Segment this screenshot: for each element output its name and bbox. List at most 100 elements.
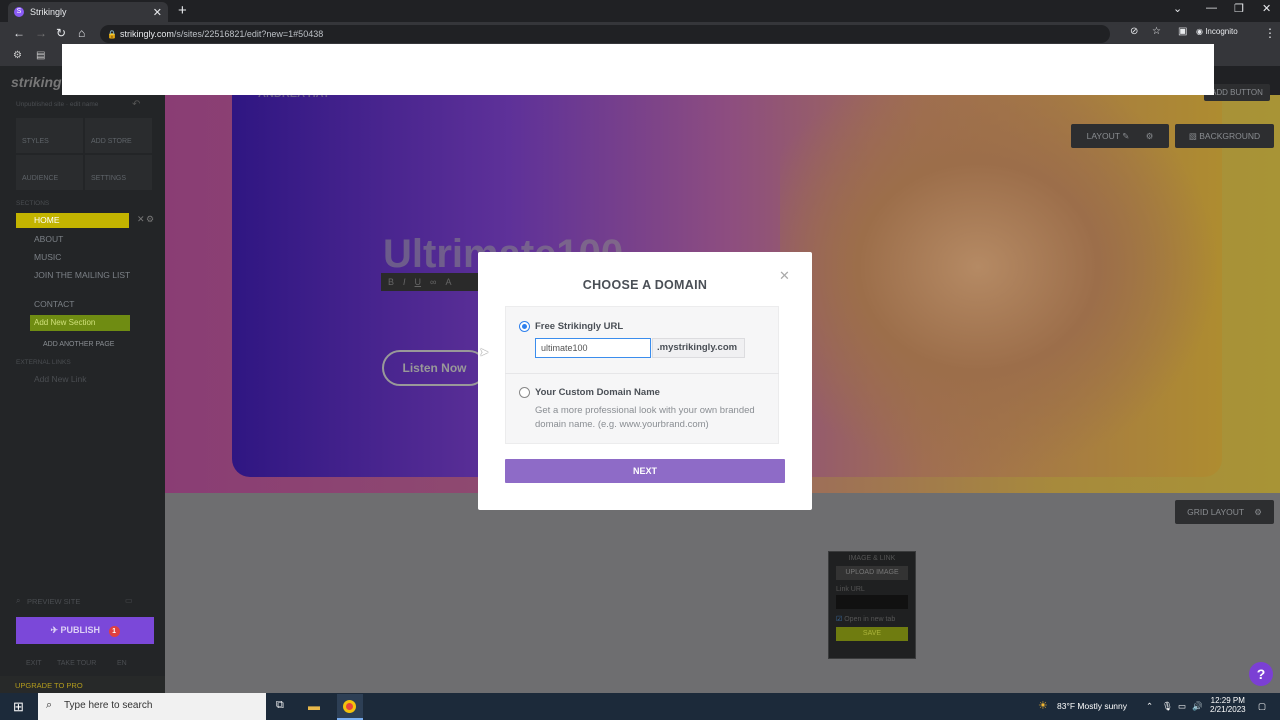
home-icon[interactable]: ⌂ bbox=[78, 26, 85, 40]
font-size-icon[interactable]: A bbox=[445, 277, 451, 287]
hero-portrait-image bbox=[780, 95, 1220, 477]
add-section-button[interactable]: Add New Section bbox=[30, 315, 130, 331]
preview-site-link[interactable]: PREVIEW SITE bbox=[27, 597, 80, 606]
image-icon: ▧ bbox=[1188, 131, 1200, 141]
chrome-taskbar-button[interactable] bbox=[337, 694, 363, 720]
volume-icon[interactable]: 🔊 bbox=[1192, 701, 1203, 712]
sidebar-item-mailing-list[interactable]: JOIN THE MAILING LIST bbox=[16, 270, 156, 285]
underline-icon[interactable]: U bbox=[415, 277, 422, 287]
custom-domain-label[interactable]: Your Custom Domain Name bbox=[535, 387, 660, 398]
incognito-badge[interactable]: ◉ Incognito bbox=[1196, 27, 1238, 36]
subdomain-input[interactable]: ultimate100 bbox=[535, 338, 651, 358]
search-icon: ⌕ bbox=[46, 699, 53, 711]
tab-search-icon[interactable]: ⌄ bbox=[1173, 2, 1182, 15]
domain-suffix: .mystrikingly.com bbox=[652, 338, 745, 358]
language-link[interactable]: EN bbox=[117, 660, 127, 667]
browser-tab[interactable]: S Strikingly ✕ bbox=[8, 2, 168, 22]
section-close-icon[interactable]: ✕ bbox=[137, 214, 145, 225]
listen-now-button[interactable]: Listen Now bbox=[382, 350, 487, 386]
pencil-icon: ✎ bbox=[1122, 131, 1130, 141]
bookmark-star-icon[interactable]: ☆ bbox=[1152, 26, 1161, 37]
styles-button[interactable]: STYLES bbox=[16, 118, 83, 153]
image-link-panel: IMAGE & LINK UPLOAD IMAGE Link URL ☑ Ope… bbox=[828, 551, 916, 659]
notifications-icon[interactable]: ▢ bbox=[1258, 701, 1266, 712]
microphone-icon[interactable]: 🎙 bbox=[1162, 701, 1173, 712]
url-path: /s/sites/22516821/edit?new=1#50438 bbox=[173, 29, 324, 39]
layout-button[interactable]: LAYOUT ✎ ⚙ bbox=[1071, 124, 1169, 148]
free-url-radio[interactable] bbox=[519, 321, 530, 332]
bookmark-app-icon[interactable]: ▤ bbox=[36, 50, 45, 61]
incognito-icon: ◉ bbox=[1196, 27, 1206, 36]
profile-label: Incognito bbox=[1205, 27, 1238, 36]
close-icon[interactable]: ✕ bbox=[779, 268, 790, 284]
new-tab-icon[interactable]: + bbox=[178, 2, 187, 19]
options-divider bbox=[505, 373, 779, 374]
undo-icon[interactable]: ↶ bbox=[132, 99, 140, 110]
image-panel-title: IMAGE & LINK bbox=[848, 555, 896, 562]
tray-chevron-icon[interactable]: ⌃ bbox=[1146, 701, 1153, 712]
link-url-label: Link URL bbox=[836, 586, 865, 593]
windows-start-icon[interactable]: ⊞ bbox=[13, 699, 24, 715]
layout-label: LAYOUT bbox=[1086, 131, 1120, 141]
free-url-label[interactable]: Free Strikingly URL bbox=[535, 321, 623, 332]
weather-icon: ☀ bbox=[1038, 700, 1048, 712]
sidepanel-icon[interactable]: ▣ bbox=[1178, 26, 1187, 37]
monitor-icon[interactable]: ▭ bbox=[125, 596, 133, 605]
settings-button[interactable]: SETTINGS bbox=[85, 155, 152, 190]
audience-button[interactable]: AUDIENCE bbox=[16, 155, 83, 190]
sidebar-item-contact[interactable]: CONTACT bbox=[16, 297, 156, 312]
add-link-button[interactable]: Add New Link bbox=[34, 374, 86, 384]
taskbar-search[interactable]: ⌕ Type here to search bbox=[38, 693, 266, 720]
network-icon[interactable]: ▭ bbox=[1178, 701, 1186, 712]
take-tour-link[interactable]: TAKE TOUR bbox=[57, 660, 96, 667]
custom-domain-radio[interactable] bbox=[519, 387, 530, 398]
publish-label: PUBLISH bbox=[60, 625, 101, 635]
add-page-link[interactable]: ADD ANOTHER PAGE bbox=[43, 341, 114, 348]
exit-link[interactable]: EXIT bbox=[26, 660, 42, 667]
clock-date: 2/21/2023 bbox=[1210, 705, 1246, 714]
sidebar-item-music[interactable]: MUSIC bbox=[16, 250, 156, 265]
link-url-input[interactable] bbox=[836, 595, 908, 609]
grid-gear-icon: ⚙ bbox=[1254, 507, 1262, 517]
settings-gear-icon[interactable]: ⚙ bbox=[13, 50, 22, 61]
section-gear-icon[interactable]: ⚙ bbox=[146, 214, 154, 225]
background-button[interactable]: ▧ BACKGROUND bbox=[1175, 124, 1274, 148]
forward-icon[interactable]: → bbox=[35, 26, 47, 40]
back-icon[interactable]: ← bbox=[13, 26, 25, 40]
eye-off-icon[interactable]: ⊘ bbox=[1130, 26, 1138, 37]
weather-text[interactable]: 83°F Mostly sunny bbox=[1057, 701, 1127, 711]
lock-icon: 🔒 bbox=[107, 29, 117, 39]
sidebar-item-about[interactable]: ABOUT bbox=[16, 232, 156, 247]
bold-icon[interactable]: B bbox=[388, 277, 394, 287]
new-tab-checkbox[interactable]: ☑ Open in new tab bbox=[836, 615, 908, 623]
save-button[interactable]: SAVE bbox=[836, 627, 908, 641]
publish-button[interactable]: ✈ PUBLISH 1 bbox=[16, 617, 154, 644]
grid-layout-button[interactable]: GRID LAYOUT ⚙ bbox=[1175, 500, 1274, 524]
publish-badge: 1 bbox=[108, 626, 120, 637]
url-bar[interactable]: 🔒 strikingly.com/s/sites/22516821/edit?n… bbox=[100, 25, 1110, 43]
sections-label: SECTIONS bbox=[16, 200, 50, 207]
minimize-icon[interactable]: — bbox=[1206, 2, 1217, 14]
italic-icon[interactable]: I bbox=[403, 277, 406, 287]
add-store-button[interactable]: ADD STORE bbox=[85, 118, 152, 153]
file-explorer-icon[interactable]: ▬ bbox=[308, 699, 320, 713]
reload-icon[interactable]: ↻ bbox=[56, 26, 66, 40]
task-view-icon[interactable]: ⧉ bbox=[276, 699, 284, 712]
chrome-icon bbox=[343, 700, 356, 713]
upload-image-button[interactable]: UPLOAD IMAGE bbox=[836, 566, 908, 580]
strikingly-favicon-icon: S bbox=[14, 7, 24, 17]
background-label: BACKGROUND bbox=[1199, 131, 1261, 141]
clock[interactable]: 12:29 PM 2/21/2023 bbox=[1210, 696, 1246, 714]
new-tab-label: Open in new tab bbox=[844, 616, 896, 623]
choose-domain-modal: CHOOSE A DOMAIN ✕ Free Strikingly URL ul… bbox=[478, 252, 812, 510]
search-placeholder: Type here to search bbox=[64, 700, 153, 711]
close-tab-icon[interactable]: ✕ bbox=[153, 6, 162, 19]
restore-icon[interactable]: ❐ bbox=[1234, 2, 1244, 15]
close-window-icon[interactable]: ✕ bbox=[1262, 2, 1271, 15]
menu-kebab-icon[interactable]: ⋮ bbox=[1264, 26, 1276, 40]
link-icon[interactable]: ∞ bbox=[430, 277, 436, 287]
upgrade-button[interactable]: UPGRADE TO PRO bbox=[0, 676, 165, 693]
next-button[interactable]: NEXT bbox=[505, 459, 785, 483]
help-button[interactable]: ? bbox=[1249, 662, 1273, 686]
sidebar-item-home[interactable]: HOME bbox=[16, 213, 129, 228]
